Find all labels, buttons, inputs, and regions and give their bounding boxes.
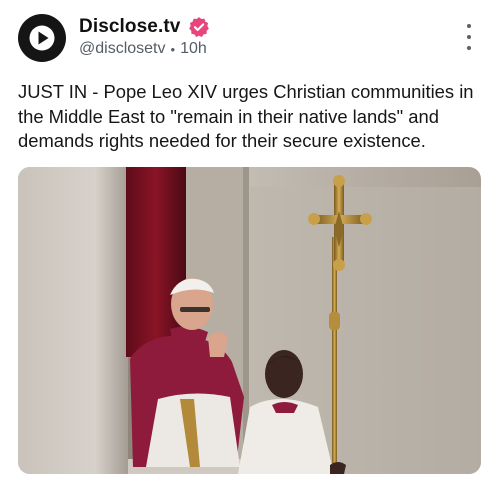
post-photo[interactable] (18, 167, 481, 474)
meta-separator: • (170, 41, 176, 57)
name-row: Disclose.tv (79, 15, 210, 39)
post-text: JUST IN - Pope Leo XIV urges Christian c… (18, 81, 474, 151)
handle[interactable]: @disclosetv (79, 40, 166, 58)
meta-row: @disclosetv • 10h (79, 40, 207, 58)
play-logo-icon (29, 25, 55, 51)
avatar[interactable] (18, 14, 66, 62)
post-card: Disclose.tv @disclosetv • 10h JUST IN - … (0, 0, 500, 491)
photo-image (18, 167, 481, 474)
timestamp[interactable]: 10h (180, 40, 207, 58)
post-header: Disclose.tv @disclosetv • 10h (18, 14, 482, 62)
display-name[interactable]: Disclose.tv (79, 16, 180, 38)
verified-badge-icon (189, 17, 210, 37)
more-vertical-icon[interactable] (464, 24, 474, 50)
